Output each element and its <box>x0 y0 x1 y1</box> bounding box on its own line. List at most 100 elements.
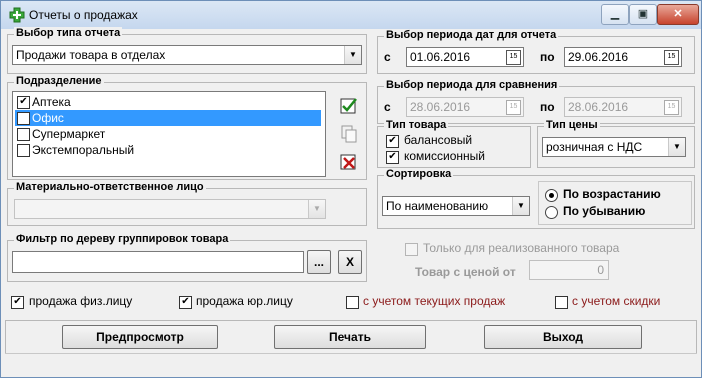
phys-person-checkbox[interactable]: ✔ <box>11 296 24 309</box>
balance-checkbox[interactable]: ✔ <box>386 135 399 148</box>
minimize-button[interactable]: ▁ <box>601 4 629 25</box>
phys-person-label: продажа физ.лицу <box>29 294 133 308</box>
report-type-group: Выбор типа отчета Продажи товара в отдел… <box>7 27 367 74</box>
discount-checkbox[interactable] <box>555 296 568 309</box>
period-group: Выбор периода дат для отчета с 01.06.201… <box>377 29 695 74</box>
compare-to-date[interactable]: 28.06.2016 15 <box>564 97 682 117</box>
print-button[interactable]: Печать <box>274 325 426 349</box>
tree-filter-group: Фильтр по дереву группировок товара ... … <box>7 233 367 282</box>
maximize-button[interactable]: ▣ <box>629 4 657 25</box>
period-to-label: по <box>540 50 555 64</box>
current-sales-label: с учетом текущих продаж <box>363 294 506 308</box>
preview-button[interactable]: Предпросмотр <box>62 325 218 349</box>
report-window: Отчеты о продажах ▁ ▣ ✕ Выбор типа отчет… <box>0 0 702 378</box>
sort-asc-radio[interactable] <box>545 189 558 202</box>
window-title: Отчеты о продажах <box>29 8 138 22</box>
subdivision-title: Подразделение <box>14 75 104 87</box>
calendar-icon[interactable]: 15 <box>506 100 521 115</box>
status-bar <box>5 353 697 372</box>
window-client: Выбор типа отчета Продажи товара в отдел… <box>5 27 697 373</box>
list-item-apteka[interactable]: ✔ Аптека <box>15 94 321 110</box>
period-from-value: 01.06.2016 <box>410 50 471 64</box>
sorting-title: Сортировка <box>384 168 454 180</box>
legal-person-label: продажа юр.лицу <box>196 294 293 308</box>
list-item-label: Офис <box>32 111 64 125</box>
tree-filter-input[interactable] <box>12 251 304 273</box>
close-button[interactable]: ✕ <box>657 4 699 25</box>
list-item-label: Экстемпоральный <box>32 143 135 157</box>
realized-only-checkbox[interactable] <box>405 243 418 256</box>
sort-desc-radio[interactable] <box>545 206 558 219</box>
list-item-label: Аптека <box>32 95 71 109</box>
product-type-title: Тип товара <box>384 119 449 131</box>
list-item-ofis[interactable]: ✔ Офис <box>15 110 321 126</box>
product-type-group: Тип товара ✔ балансовый ✔ комиссионный <box>377 119 531 168</box>
price-from-input[interactable]: 0 <box>529 260 609 280</box>
list-item-label: Супермаркет <box>32 127 106 141</box>
tree-filter-clear-button[interactable]: X <box>338 250 362 274</box>
sorting-value: По наименованию <box>386 199 489 213</box>
copy-icon[interactable] <box>338 123 360 145</box>
compare-from-value: 28.06.2016 <box>410 100 471 114</box>
subdivision-list[interactable]: ✔ Аптека ✔ Офис Супермаркет Экстемпораль… <box>12 91 326 177</box>
calendar-icon[interactable]: 15 <box>664 100 679 115</box>
minimize-icon: ▁ <box>610 8 620 20</box>
compare-to-value: 28.06.2016 <box>568 100 629 114</box>
tree-filter-title: Фильтр по дереву группировок товара <box>14 233 231 245</box>
price-type-value: розничная с НДС <box>546 140 643 154</box>
responsible-group: Материально-ответственное лицо ▼ <box>7 181 367 226</box>
price-type-title: Тип цены <box>544 119 600 131</box>
sorting-select[interactable]: По наименованию ▼ <box>382 196 530 216</box>
uncheck-all-icon[interactable] <box>338 151 360 173</box>
chevron-down-icon[interactable]: ▼ <box>344 46 361 64</box>
title-bar: Отчеты о продажах ▁ ▣ ✕ <box>1 1 701 29</box>
sorting-group: Сортировка По наименованию ▼ По возраста… <box>377 168 695 229</box>
maximize-icon: ▣ <box>637 8 649 20</box>
sort-desc-label: По убыванию <box>563 204 646 218</box>
period-from-date[interactable]: 01.06.2016 15 <box>406 47 524 67</box>
report-type-value: Продажи товара в отделах <box>16 48 166 62</box>
compare-period-title: Выбор периода для сравнения <box>384 79 560 91</box>
check-all-icon[interactable] <box>338 95 360 117</box>
period-from-label: с <box>384 50 391 64</box>
pharmacy-cross-icon <box>9 7 25 23</box>
checkbox[interactable]: ✔ <box>17 96 30 109</box>
subdivision-group: Подразделение ✔ Аптека ✔ Офис Супермарке… <box>7 75 367 180</box>
sort-asc-label: По возрастанию <box>563 187 661 201</box>
legal-person-checkbox[interactable]: ✔ <box>179 296 192 309</box>
responsible-title: Материально-ответственное лицо <box>14 181 206 193</box>
commission-label: комиссионный <box>404 149 485 163</box>
calendar-icon[interactable]: 15 <box>506 50 521 65</box>
list-item-supermarket[interactable]: Супермаркет <box>15 126 321 142</box>
close-icon: ✕ <box>673 8 683 20</box>
report-type-select[interactable]: Продажи товара в отделах ▼ <box>12 45 362 65</box>
list-item-ekstemporalnyi[interactable]: Экстемпоральный <box>15 142 321 158</box>
report-type-title: Выбор типа отчета <box>14 27 123 39</box>
price-type-group: Тип цены розничная с НДС ▼ <box>537 119 695 168</box>
period-to-value: 29.06.2016 <box>568 50 629 64</box>
chevron-down-icon[interactable]: ▼ <box>308 200 325 218</box>
compare-to-label: по <box>540 100 555 114</box>
commission-checkbox[interactable]: ✔ <box>386 151 399 164</box>
current-sales-checkbox[interactable] <box>346 296 359 309</box>
calendar-icon[interactable]: 15 <box>664 50 679 65</box>
tree-filter-browse-button[interactable]: ... <box>307 250 331 274</box>
compare-from-date[interactable]: 28.06.2016 15 <box>406 97 524 117</box>
period-to-date[interactable]: 29.06.2016 15 <box>564 47 682 67</box>
discount-label: с учетом скидки <box>572 294 661 308</box>
checkbox[interactable] <box>17 128 30 141</box>
balance-label: балансовый <box>404 133 473 147</box>
sort-direction-box: По возрастанию По убыванию <box>538 181 692 225</box>
chevron-down-icon[interactable]: ▼ <box>512 197 529 215</box>
chevron-down-icon[interactable]: ▼ <box>668 138 685 156</box>
realized-only-label: Только для реализованного товара <box>423 241 620 255</box>
exit-button[interactable]: Выход <box>484 325 642 349</box>
checkbox[interactable] <box>17 144 30 157</box>
checkbox[interactable]: ✔ <box>17 112 30 125</box>
period-title: Выбор периода дат для отчета <box>384 29 559 41</box>
responsible-select[interactable]: ▼ <box>14 199 326 219</box>
action-bar: Предпросмотр Печать Выход <box>5 320 697 354</box>
compare-from-label: с <box>384 100 391 114</box>
price-from-value: 0 <box>597 263 604 277</box>
price-type-select[interactable]: розничная с НДС ▼ <box>542 137 686 157</box>
